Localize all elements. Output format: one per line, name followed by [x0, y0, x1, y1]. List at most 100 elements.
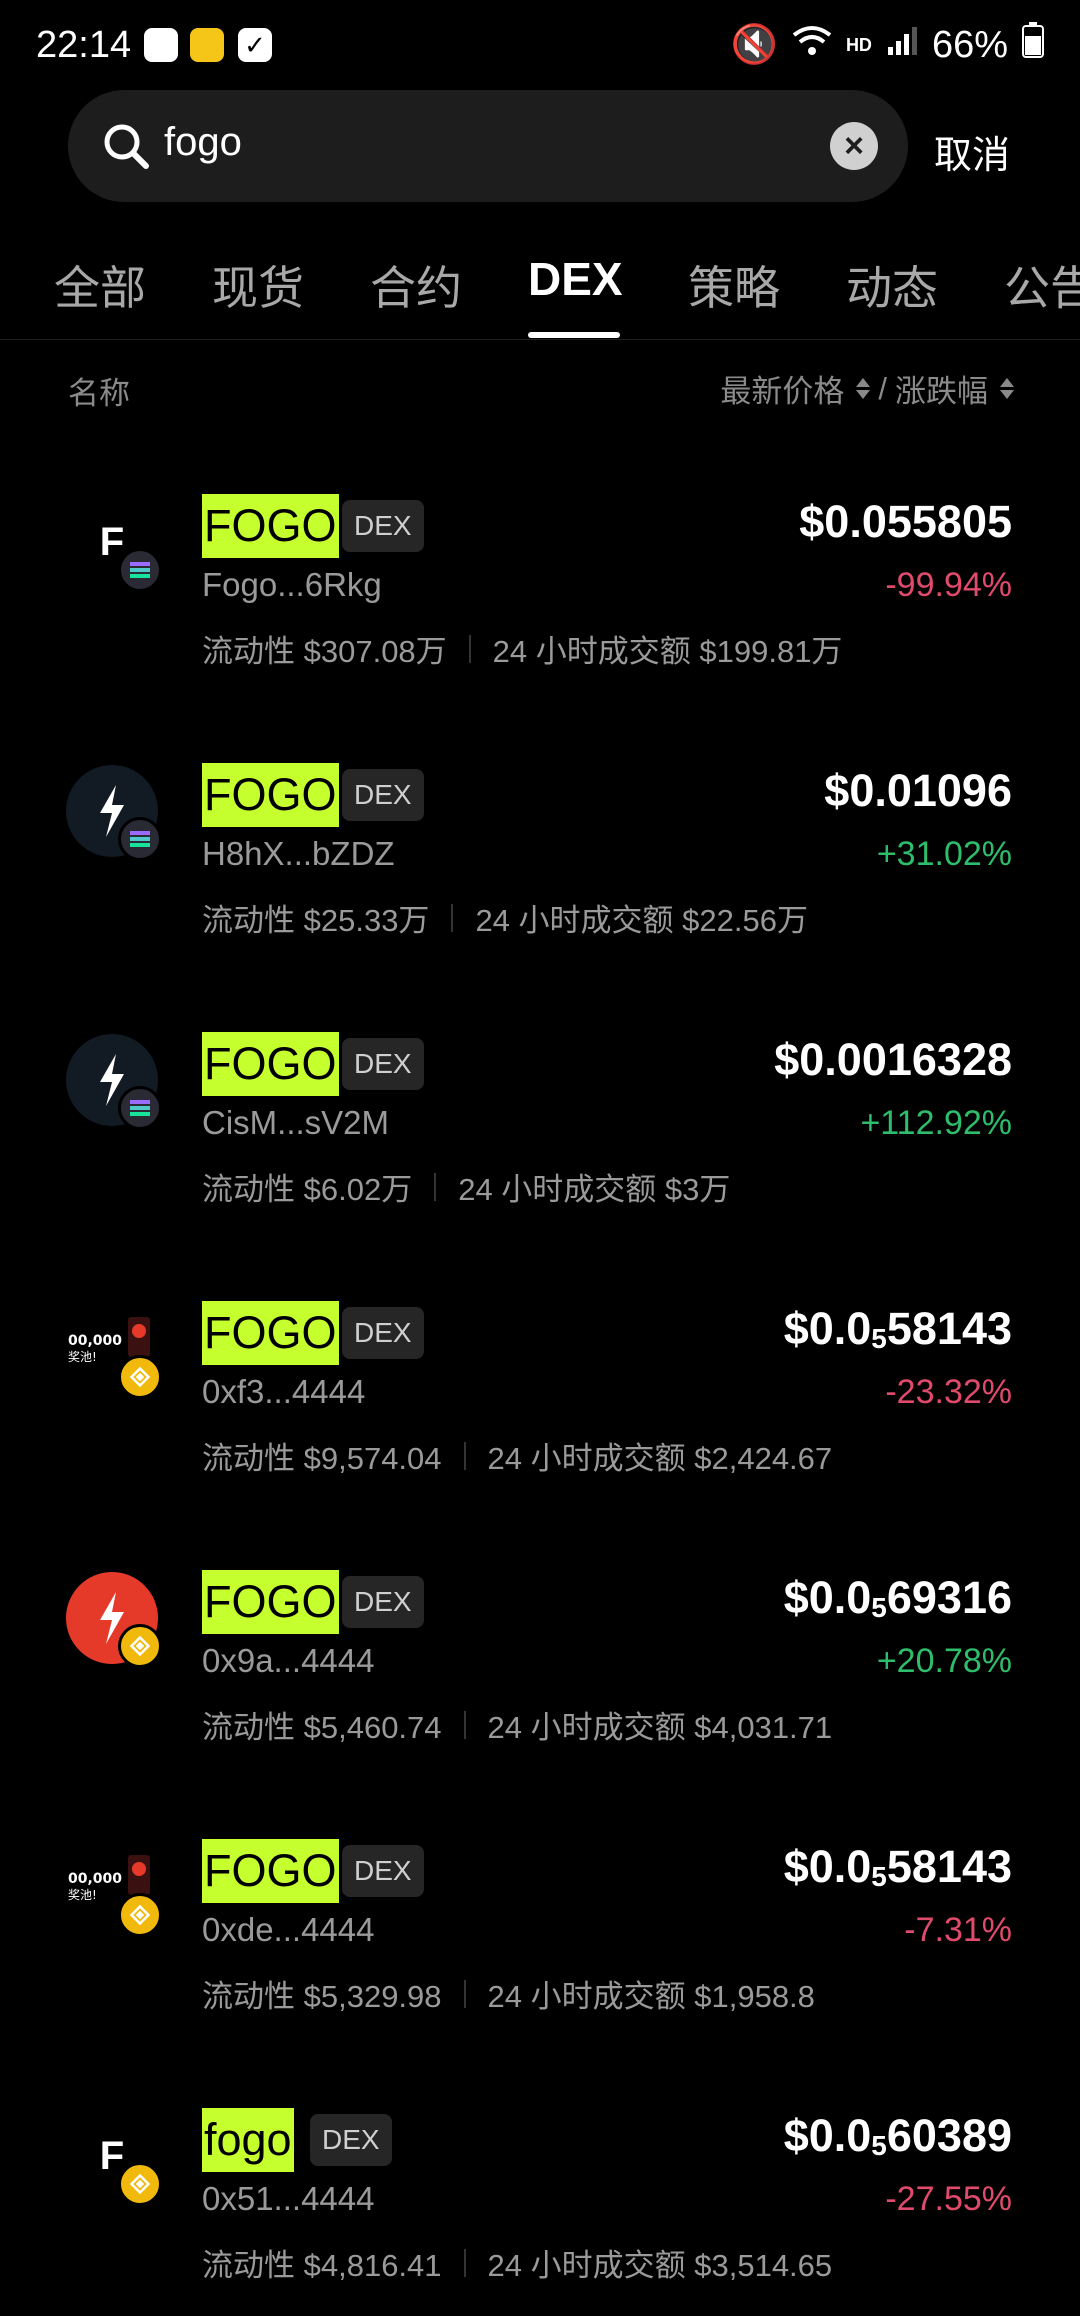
token-price: $0.055805: [799, 496, 1012, 547]
tab-dex[interactable]: DEX: [528, 252, 623, 306]
volume-24h: 24 小时成交额 $3万: [458, 1172, 731, 1207]
search-bar[interactable]: fogo ×: [68, 90, 908, 202]
token-symbol: FOGO: [202, 1570, 339, 1634]
sort-price-button[interactable]: 最新价格: [720, 366, 844, 411]
tab-strategy[interactable]: 策略: [688, 252, 780, 318]
network-type: HD: [845, 34, 872, 55]
stats-divider: [434, 1172, 437, 1201]
price-prefix: $0.0: [783, 2110, 872, 2161]
token-stats: 流动性 $307.08万 24 小时成交额 $199.81万: [202, 626, 842, 671]
liquidity: 流动性 $5,329.98: [202, 1979, 442, 2014]
column-name-header: 名称: [68, 376, 130, 411]
stats-divider: [468, 634, 471, 663]
status-bar: 22:14 ✓ 🔇 HD 66%: [0, 0, 1080, 92]
token-price: $0.01096: [824, 765, 1012, 816]
svg-text:00,000: 00,000: [68, 1871, 122, 1887]
liquidity: 流动性 $307.08万: [202, 634, 447, 669]
token-row[interactable]: 00,000 奖池! FOGO DEX 0xf3...4444 流动性 $9,57…: [0, 1275, 1080, 1544]
stats-divider: [463, 2248, 466, 2277]
price-zero-count: 5: [871, 2130, 887, 2161]
volume-24h: 24 小时成交额 $22.56万: [475, 903, 808, 938]
tab-futures[interactable]: 合约: [370, 252, 462, 318]
price-change: -23.32%: [885, 1373, 1012, 1411]
sort-price-icon[interactable]: [856, 378, 871, 399]
volume-24h: 24 小时成交额 $1,958.8: [487, 1979, 815, 2014]
solana-icon: [118, 1086, 162, 1130]
dex-badge: DEX: [342, 769, 424, 821]
price-prefix: $0.0: [783, 1841, 872, 1892]
token-row[interactable]: F fogo DEX 0x51...4444 流动性 $4,816.41 24 …: [0, 2082, 1080, 2316]
price-change: +20.78%: [876, 1642, 1012, 1680]
liquidity: 流动性 $25.33万: [202, 903, 430, 938]
price-digits: 58143: [886, 1303, 1012, 1354]
search-input[interactable]: fogo: [164, 120, 242, 165]
price-digits: 60389: [886, 2110, 1012, 2161]
token-address: 0x51...4444: [202, 2180, 375, 2217]
token-symbol: fogo: [202, 2108, 294, 2172]
token-price: $0.0558143: [784, 1303, 1012, 1355]
tab-all[interactable]: 全部: [54, 252, 146, 318]
price-prefix: $0.0: [783, 1303, 872, 1354]
price-change: +112.92%: [860, 1104, 1012, 1142]
dex-badge: DEX: [342, 1038, 424, 1090]
svg-text:00,000: 00,000: [68, 1333, 122, 1349]
price-zero-count: 5: [871, 1861, 887, 1892]
bnb-icon: [118, 1893, 162, 1937]
tab-feed[interactable]: 动态: [846, 252, 938, 318]
notification-icon-game: [144, 28, 178, 62]
dex-badge: DEX: [342, 1845, 424, 1897]
header-separator: /: [878, 370, 887, 406]
price-change: -99.94%: [885, 566, 1012, 604]
price-digits: 58143: [886, 1841, 1012, 1892]
token-address: Fogo...6Rkg: [202, 566, 382, 603]
token-stats: 流动性 $4,816.41 24 小时成交额 $3,514.65: [202, 2240, 832, 2285]
token-row[interactable]: FOGO DEX 0x9a...4444 流动性 $5,460.74 24 小时…: [0, 1544, 1080, 1813]
token-row[interactable]: F FOGO DEX Fogo...6Rkg 流动性 $307.08万 24 小…: [0, 468, 1080, 737]
token-address: CisM...sV2M: [202, 1104, 390, 1141]
token-symbol: FOGO: [202, 494, 339, 558]
tab-spot[interactable]: 现货: [212, 252, 304, 318]
token-price: $0.0558143: [784, 1841, 1012, 1893]
token-symbol: FOGO: [202, 763, 339, 827]
active-tab-indicator: [528, 332, 620, 338]
sort-change-icon[interactable]: [1000, 378, 1014, 399]
notification-icon-duck: [190, 28, 224, 62]
bnb-icon: [118, 2162, 162, 2206]
token-price: $0.0569316: [784, 1572, 1012, 1624]
price-zero-count: 5: [871, 1592, 887, 1623]
tab-announcements[interactable]: 公告: [1004, 252, 1080, 318]
notification-icon-check: ✓: [238, 28, 272, 62]
search-icon: [96, 116, 156, 176]
bnb-icon: [118, 1624, 162, 1668]
token-price: $0.0016328: [774, 1034, 1012, 1085]
price-change: -7.31%: [904, 1911, 1012, 1949]
token-address: 0xf3...4444: [202, 1373, 366, 1410]
battery-icon: [1022, 22, 1044, 68]
price-digits: 69316: [886, 1572, 1012, 1623]
battery-percent: 66%: [931, 23, 1008, 66]
stats-divider: [463, 1979, 466, 2008]
dex-badge: DEX: [342, 500, 424, 552]
svg-text:奖池!: 奖池!: [68, 1350, 97, 1364]
price-change: -27.55%: [885, 2180, 1012, 2218]
token-row[interactable]: FOGO DEX H8hX...bZDZ 流动性 $25.33万 24 小时成交…: [0, 737, 1080, 1006]
sort-change-button[interactable]: 涨跌幅: [895, 366, 988, 411]
svg-text:奖池!: 奖池!: [68, 1888, 97, 1902]
token-row[interactable]: FOGO DEX CisM...sV2M 流动性 $6.02万 24 小时成交额…: [0, 1006, 1080, 1275]
token-stats: 流动性 $5,460.74 24 小时成交额 $4,031.71: [202, 1702, 832, 1747]
category-tabs: 全部 现货 合约 DEX 策略 动态 公告: [0, 240, 1080, 340]
token-row[interactable]: 00,000 奖池! FOGO DEX 0xde...4444 流动性 $5,32…: [0, 1813, 1080, 2082]
mute-icon: 🔇: [730, 24, 778, 66]
price-prefix: $0.0: [783, 1572, 872, 1623]
liquidity: 流动性 $5,460.74: [202, 1710, 442, 1745]
token-price: $0.0560389: [784, 2110, 1012, 2162]
volume-24h: 24 小时成交额 $2,424.67: [487, 1441, 833, 1476]
clear-search-icon[interactable]: ×: [830, 122, 878, 170]
stats-divider: [463, 1710, 466, 1739]
token-address: H8hX...bZDZ: [202, 835, 395, 872]
price-change: +31.02%: [876, 835, 1012, 873]
signal-icon: [886, 24, 918, 67]
token-stats: 流动性 $5,329.98 24 小时成交额 $1,958.8: [202, 1971, 815, 2016]
cancel-button[interactable]: 取消: [934, 124, 1010, 179]
solana-icon: [118, 548, 162, 592]
